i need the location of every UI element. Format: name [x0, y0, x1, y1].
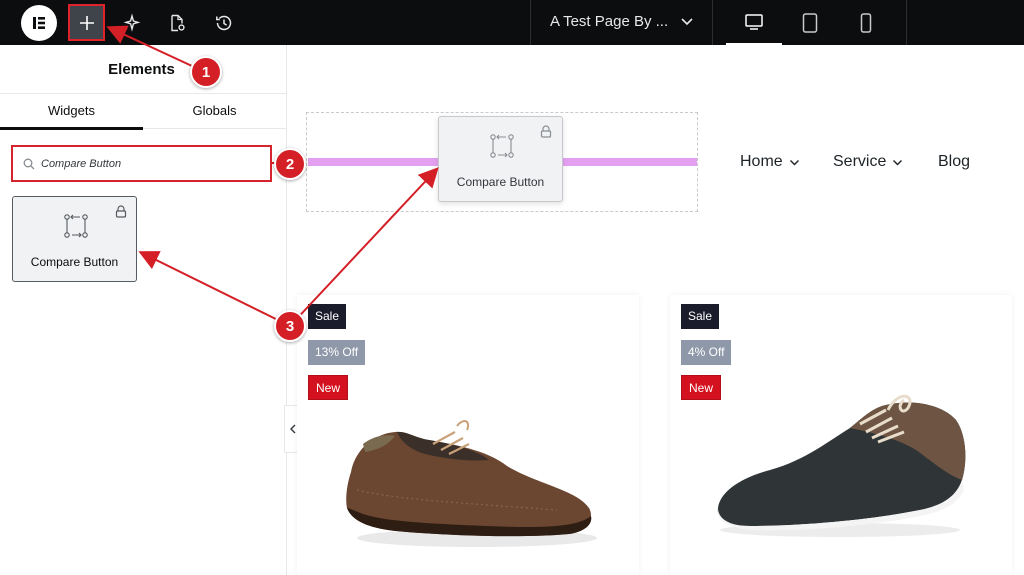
sale-badge: Sale	[308, 304, 347, 329]
nav-label: Home	[740, 153, 783, 170]
tab-globals[interactable]: Globals	[143, 94, 286, 130]
nav-label: Blog	[938, 153, 971, 170]
search-input[interactable]	[41, 155, 261, 173]
widget-label: Compare Button	[30, 255, 119, 269]
step-3-callout: 3	[274, 310, 306, 342]
divider	[906, 0, 907, 45]
history-button[interactable]	[206, 5, 242, 41]
elementor-logo-icon[interactable]	[21, 5, 57, 41]
mobile-icon	[860, 12, 872, 33]
compare-arrows-icon	[489, 133, 515, 164]
step-2-callout: 2	[274, 148, 306, 180]
compare-arrows-icon	[63, 213, 89, 244]
nav-item-blog[interactable]: Blog	[938, 153, 970, 171]
product-card[interactable]: Sale 4% Off New	[670, 295, 1012, 575]
brown-oxford-shoe-image	[346, 420, 597, 547]
chevron-left-icon	[290, 424, 296, 434]
black-sneaker-shoe-image	[717, 394, 966, 537]
chevron-down-icon[interactable]	[680, 14, 694, 33]
divider	[530, 0, 531, 45]
nav-label: Service	[833, 153, 887, 170]
page-title[interactable]: A Test Page By ...	[550, 13, 668, 30]
page-gear-icon	[171, 14, 185, 32]
tablet-icon	[802, 12, 818, 33]
compare-button-widget[interactable]: Compare Button	[12, 196, 137, 282]
pro-lock-icon	[540, 125, 552, 143]
editor-screen: A Test Page By ... Elements Widgets Glob…	[0, 0, 1024, 575]
chevron-down-icon	[893, 159, 903, 165]
product-card[interactable]: Sale 13% Off New	[297, 295, 639, 575]
dragged-widget-ghost[interactable]: Compare Button	[438, 116, 563, 202]
widget-label: Compare Button	[456, 175, 545, 189]
sale-badge: Sale	[681, 304, 720, 329]
add-element-button[interactable]	[68, 4, 105, 41]
panel-title: Elements	[108, 61, 175, 78]
history-icon	[216, 15, 232, 31]
discount-badge: 13% Off	[308, 340, 366, 365]
chevron-down-icon	[789, 159, 799, 165]
widget-search-box[interactable]	[11, 145, 272, 182]
tablet-device-button[interactable]	[782, 0, 838, 45]
desktop-icon	[745, 13, 763, 30]
pro-lock-icon	[115, 205, 127, 223]
nav-item-service[interactable]: Service	[833, 153, 903, 171]
elements-panel: Elements Widgets Globals Compare Button …	[0, 45, 287, 575]
search-icon	[23, 157, 35, 175]
page-settings-button[interactable]	[159, 5, 195, 41]
sparkle-icon	[123, 13, 141, 32]
ai-sparkle-button[interactable]	[113, 5, 149, 41]
desktop-device-button[interactable]	[726, 0, 782, 45]
top-bar: A Test Page By ...	[0, 0, 1024, 45]
new-badge: New	[308, 375, 349, 400]
panel-tabs: Widgets Globals	[0, 93, 287, 130]
discount-badge: 4% Off	[681, 340, 732, 365]
divider	[712, 0, 713, 45]
plus-icon	[79, 15, 94, 30]
nav-item-home[interactable]: Home	[740, 153, 800, 171]
tab-widgets[interactable]: Widgets	[0, 94, 143, 130]
mobile-device-button[interactable]	[838, 0, 894, 45]
step-1-callout: 1	[190, 56, 222, 88]
